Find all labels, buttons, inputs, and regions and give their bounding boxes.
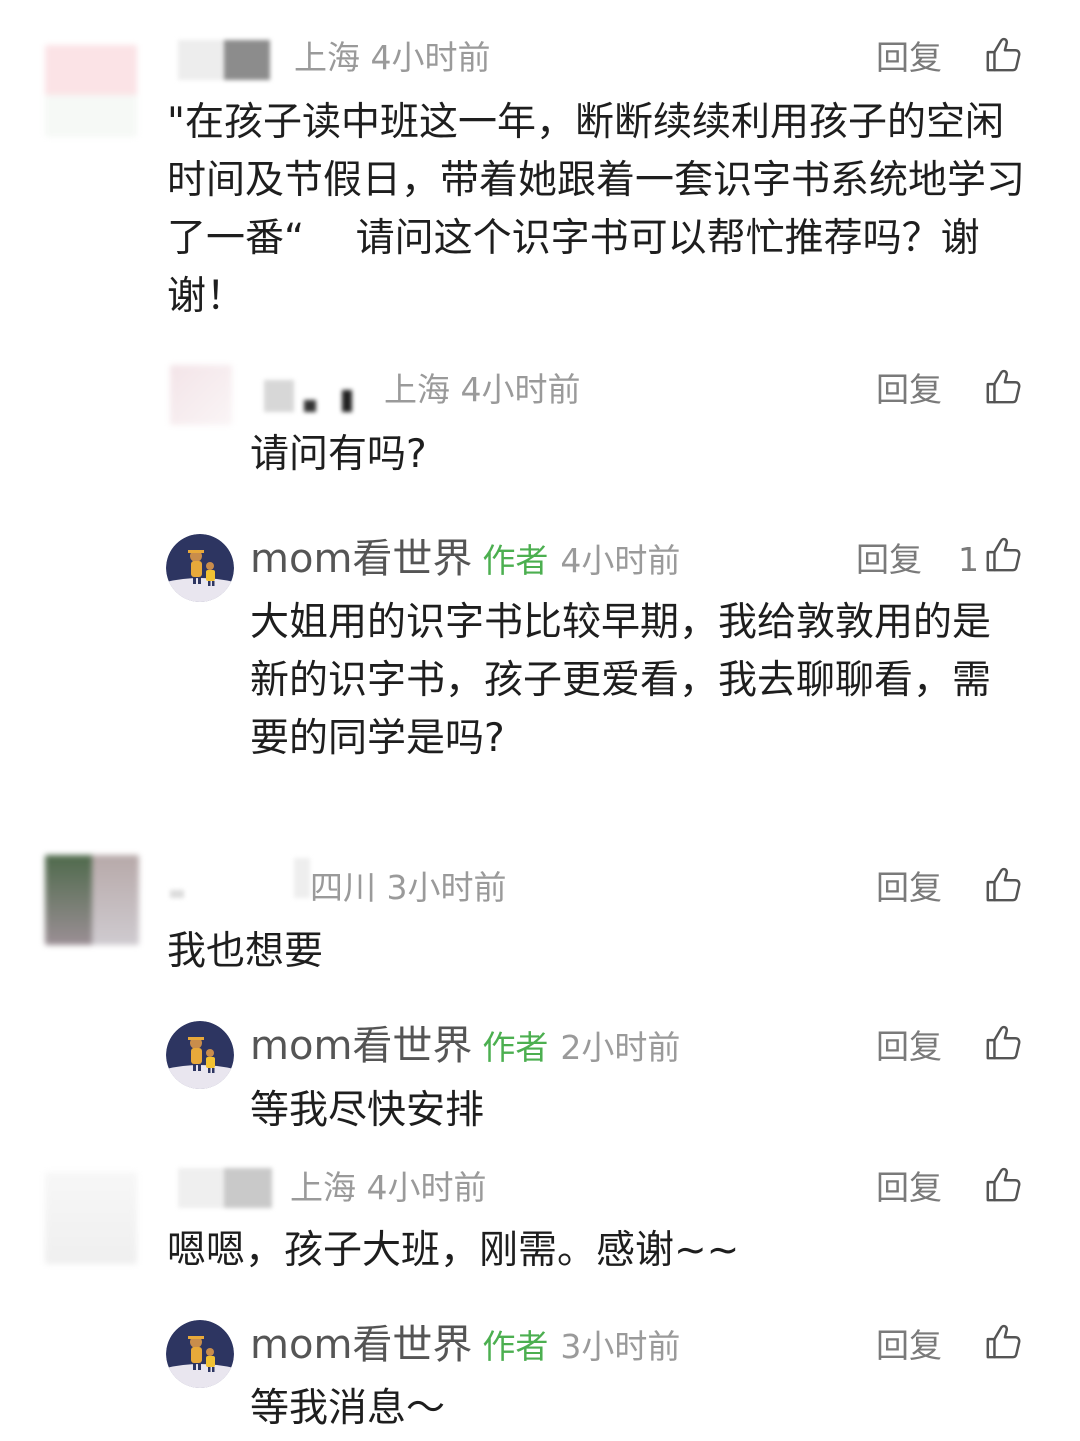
comment-meta: 上海 4小时前 — [384, 370, 581, 409]
avatar[interactable] — [170, 365, 232, 425]
thumbs-up-icon[interactable] — [984, 866, 1022, 904]
username-blurred[interactable] — [178, 40, 270, 80]
thumbs-up-icon[interactable] — [984, 1323, 1022, 1361]
like-count: 1 — [958, 540, 979, 579]
avatar[interactable] — [45, 1172, 137, 1264]
author-name[interactable]: mom看世界 — [250, 1023, 472, 1069]
author-avatar[interactable] — [166, 1320, 234, 1388]
comment-meta: 上海 4小时前 — [294, 38, 491, 77]
thumbs-up-icon[interactable] — [984, 36, 1022, 74]
reply-button[interactable]: 回复 — [876, 1027, 942, 1067]
comment-meta: 四川 3小时前 — [310, 868, 507, 907]
reply-button[interactable]: 回复 — [876, 370, 942, 410]
thumbs-up-icon[interactable] — [984, 1024, 1022, 1062]
author-header: mom看世界 作者 4小时前 — [250, 535, 680, 585]
avatar[interactable] — [45, 45, 137, 137]
author-header: mom看世界 作者 2小时前 — [250, 1022, 680, 1072]
comment-meta: 上海 4小时前 — [290, 1168, 487, 1207]
thumbs-up-icon[interactable] — [984, 368, 1022, 406]
comment-text: 嗯嗯，孩子大班，刚需。感谢~~ — [167, 1228, 740, 1273]
comment-time: 2小时前 — [560, 1028, 681, 1067]
comment-text: 等我尽快安排 — [250, 1088, 485, 1133]
author-avatar[interactable] — [166, 534, 234, 602]
author-name[interactable]: mom看世界 — [250, 1322, 472, 1368]
comment-text: 我也想要 — [167, 929, 324, 974]
comment-text: "在孩子读中班这一年，断断续续利用孩子的空闲时间及节假日，带着她跟着一套识字书系… — [167, 100, 1026, 319]
thumbs-up-icon[interactable] — [984, 1166, 1022, 1204]
comment-time: 4小时前 — [560, 541, 681, 580]
reply-button[interactable]: 回复 — [876, 38, 942, 78]
comment-text: 请问有吗? — [250, 432, 427, 477]
username-blurred[interactable] — [170, 858, 310, 898]
author-badge: 作者 — [482, 541, 549, 580]
author-name[interactable]: mom看世界 — [250, 536, 472, 582]
username-blurred[interactable] — [178, 1168, 272, 1208]
comment-text: 等我消息～ — [250, 1386, 446, 1431]
reply-button[interactable]: 回复 — [876, 868, 942, 908]
author-header: mom看世界 作者 3小时前 — [250, 1321, 680, 1371]
reply-button[interactable]: 回复 — [876, 1168, 942, 1208]
reply-button[interactable]: 回复 — [856, 540, 922, 580]
comment-time: 3小时前 — [560, 1327, 681, 1366]
thumbs-up-icon[interactable] — [984, 536, 1022, 574]
avatar[interactable] — [45, 855, 139, 945]
author-badge: 作者 — [482, 1327, 549, 1366]
author-avatar[interactable] — [166, 1021, 234, 1089]
author-badge: 作者 — [482, 1028, 549, 1067]
username-blurred[interactable] — [264, 372, 374, 412]
reply-button[interactable]: 回复 — [876, 1326, 942, 1366]
comment-text: 大姐用的识字书比较早期，我给敦敦用的是新的识字书，孩子更爱看，我去聊聊看，需要的… — [250, 600, 992, 761]
